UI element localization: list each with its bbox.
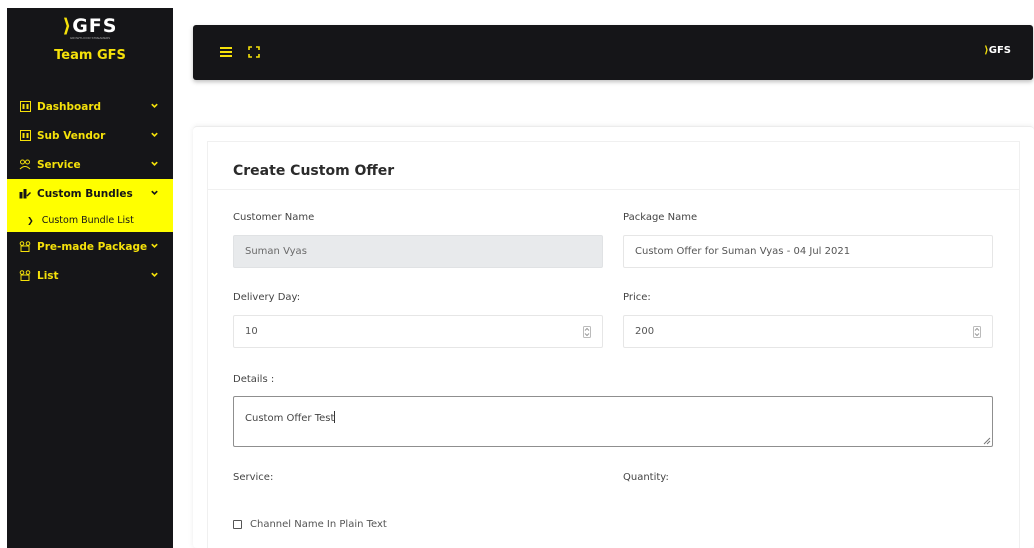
- package-name-label: Package Name: [623, 212, 698, 223]
- quantity-label: Quantity:: [623, 472, 669, 483]
- list-icon: [19, 270, 31, 282]
- top-header: ⟩GFS: [193, 25, 1033, 80]
- dashboard-icon: [19, 101, 31, 113]
- package-name-value: Custom Offer for Suman Vyas - 04 Jul 202…: [635, 246, 851, 257]
- channel-name-plain-text-option[interactable]: Channel Name In Plain Text: [233, 519, 387, 530]
- price-label: Price:: [623, 292, 651, 303]
- sidebar-item-dashboard[interactable]: Dashboard: [7, 92, 173, 121]
- customer-name-label: Customer Name: [233, 212, 315, 223]
- chevron-right-icon: ❯: [27, 215, 34, 225]
- number-spinner-icon[interactable]: [973, 326, 981, 338]
- team-name: Team GFS: [54, 48, 126, 63]
- delivery-day-input[interactable]: 10: [233, 315, 603, 348]
- chevron-down-icon: [151, 132, 158, 137]
- sidebar-item-pre-made-package[interactable]: Pre-made Package: [7, 232, 173, 261]
- text-cursor: [334, 411, 336, 423]
- chevron-down-icon: [151, 272, 158, 277]
- service-icon: [19, 159, 31, 171]
- price-input[interactable]: 200: [623, 315, 993, 348]
- fullscreen-icon[interactable]: [248, 46, 260, 58]
- sidebar: ⟩GFS GROWTH FOR STREAMERS Team GFS Dashb…: [7, 8, 173, 548]
- details-textarea[interactable]: Custom Offer Test: [233, 396, 993, 447]
- sidebar-item-list[interactable]: List: [7, 261, 173, 290]
- pre-made-package-icon: [19, 241, 31, 253]
- sidebar-item-label: Sub Vendor: [37, 129, 106, 142]
- brand-logo[interactable]: ⟩GFS: [7, 16, 173, 36]
- package-name-input[interactable]: Custom Offer for Suman Vyas - 04 Jul 202…: [623, 235, 993, 268]
- brand: ⟩GFS GROWTH FOR STREAMERS Team GFS: [7, 8, 173, 92]
- delivery-day-value: 10: [245, 326, 258, 337]
- service-label: Service:: [233, 472, 274, 483]
- header-logo[interactable]: ⟩GFS: [984, 45, 1011, 56]
- divider: [207, 189, 1020, 190]
- delivery-day-label: Delivery Day:: [233, 292, 301, 303]
- price-value: 200: [635, 326, 655, 337]
- number-spinner-icon[interactable]: [583, 326, 591, 338]
- sub-vendor-icon: [19, 130, 31, 142]
- chevron-down-icon: [151, 103, 158, 108]
- chevron-down-icon: [151, 161, 158, 166]
- checkbox-label: Channel Name In Plain Text: [250, 519, 387, 530]
- sidebar-item-custom-bundles[interactable]: Custom Bundles: [7, 179, 173, 208]
- customer-name-field: Suman Vyas: [233, 235, 603, 268]
- chevron-down-icon: [151, 190, 158, 195]
- sidebar-subitem-custom-bundle-list[interactable]: ❯ Custom Bundle List: [7, 208, 173, 232]
- sidebar-item-sub-vendor[interactable]: Sub Vendor: [7, 121, 173, 150]
- chevron-down-icon: [151, 243, 158, 248]
- details-value: Custom Offer Test: [245, 413, 335, 424]
- channel-name-plain-text-checkbox[interactable]: [233, 520, 242, 529]
- sidebar-nav: Dashboard Sub Vendor Service Custom Bund…: [7, 92, 173, 290]
- page-title: Create Custom Offer: [233, 163, 395, 179]
- sidebar-subitem-label: Custom Bundle List: [41, 214, 134, 226]
- brand-tagline: GROWTH FOR STREAMERS: [69, 36, 111, 40]
- sidebar-item-label: List: [37, 269, 59, 282]
- hamburger-menu-icon[interactable]: [220, 47, 232, 57]
- customer-name-value: Suman Vyas: [245, 246, 307, 257]
- sidebar-item-label: Dashboard: [37, 100, 102, 113]
- sidebar-item-label: Custom Bundles: [37, 187, 133, 200]
- details-label: Details :: [233, 374, 275, 385]
- resize-handle-icon[interactable]: [982, 436, 991, 445]
- custom-bundles-icon: [19, 188, 31, 200]
- sidebar-item-label: Service: [37, 158, 81, 171]
- sidebar-item-label: Pre-made Package: [37, 240, 148, 253]
- sidebar-item-service[interactable]: Service: [7, 150, 173, 179]
